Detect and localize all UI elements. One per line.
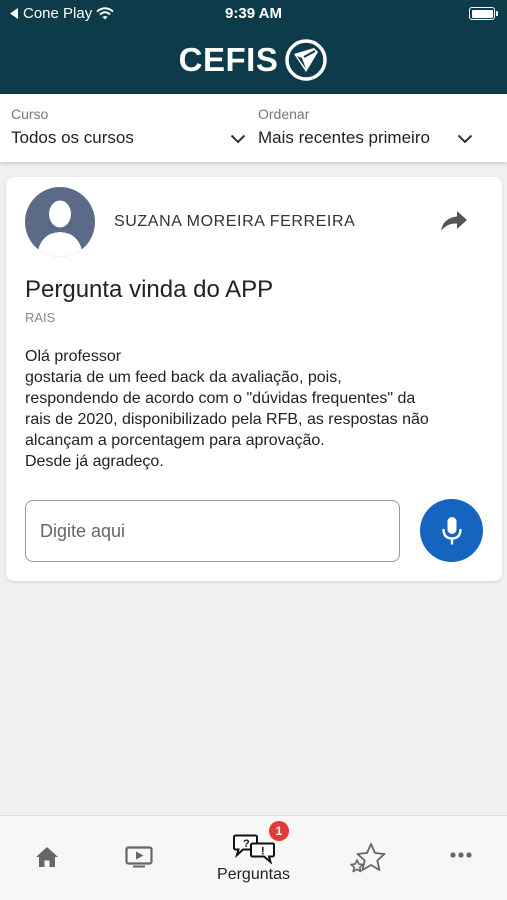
tab-more[interactable] [434,816,488,900]
order-filter[interactable]: Ordenar Mais recentes primeiro [258,106,473,148]
microphone-button[interactable] [420,499,483,562]
tab-home[interactable] [20,816,74,900]
app-header: Cone Play 9:39 AM CEFIS [0,0,507,94]
tab-questions[interactable]: ? ! 1 Perguntas [196,816,311,900]
question-body-line: Olá professor [25,348,122,365]
chevron-down-icon [230,134,246,144]
tab-questions-label: Perguntas [217,866,290,883]
home-icon [36,847,58,867]
more-options-icon [450,852,472,858]
bottom-tab-bar: ? ! 1 Perguntas [0,815,507,900]
question-title: Pergunta vinda do APP [25,276,274,303]
course-filter-value: Todos os cursos [11,128,134,147]
question-body-line: gostaria de um feed back da avaliação, p… [25,369,342,386]
reply-input[interactable] [25,500,400,562]
logo-mark-icon [285,39,328,81]
tab-favorites[interactable] [340,816,396,900]
question-body-line: alcançam a porcentagem para aprovação. [25,432,325,449]
question-body: Olá professor gostaria de um feed back d… [25,346,485,472]
video-player-icon [125,846,153,868]
question-body-line: Desde já agradeço. [25,453,164,470]
battery-icon [469,7,498,20]
logo-text: CEFIS [178,41,279,78]
tab-videos[interactable] [112,816,166,900]
question-card: SUZANA MOREIRA FERREIRA Pergunta vinda d… [6,177,502,581]
star-icon [350,843,386,873]
status-bar: Cone Play 9:39 AM [0,0,507,28]
share-icon[interactable] [440,210,468,232]
user-silhouette-icon [37,200,83,257]
svg-text:?: ? [243,838,250,850]
question-author: SUZANA MOREIRA FERREIRA [114,213,356,230]
microphone-icon [441,516,462,544]
question-tag: RAIS [25,310,56,325]
order-filter-label: Ordenar [258,106,310,122]
chat-questions-icon: ? ! [232,834,275,864]
order-filter-value: Mais recentes primeiro [258,128,430,147]
question-body-line: rais de 2020, disponibilizado pela RFB, … [25,411,429,428]
status-time: 9:39 AM [225,5,282,22]
course-filter[interactable]: Curso Todos os cursos [11,106,246,148]
brand-logo: CEFIS [0,38,507,82]
questions-badge: 1 [269,821,289,841]
question-body-line: respondendo de acordo com o "dúvidas fre… [25,390,416,407]
svg-text:!: ! [261,846,265,858]
chevron-down-icon [457,134,473,144]
avatar [25,187,95,257]
course-filter-label: Curso [11,106,49,122]
filter-bar: Curso Todos os cursos Ordenar Mais recen… [0,94,507,162]
